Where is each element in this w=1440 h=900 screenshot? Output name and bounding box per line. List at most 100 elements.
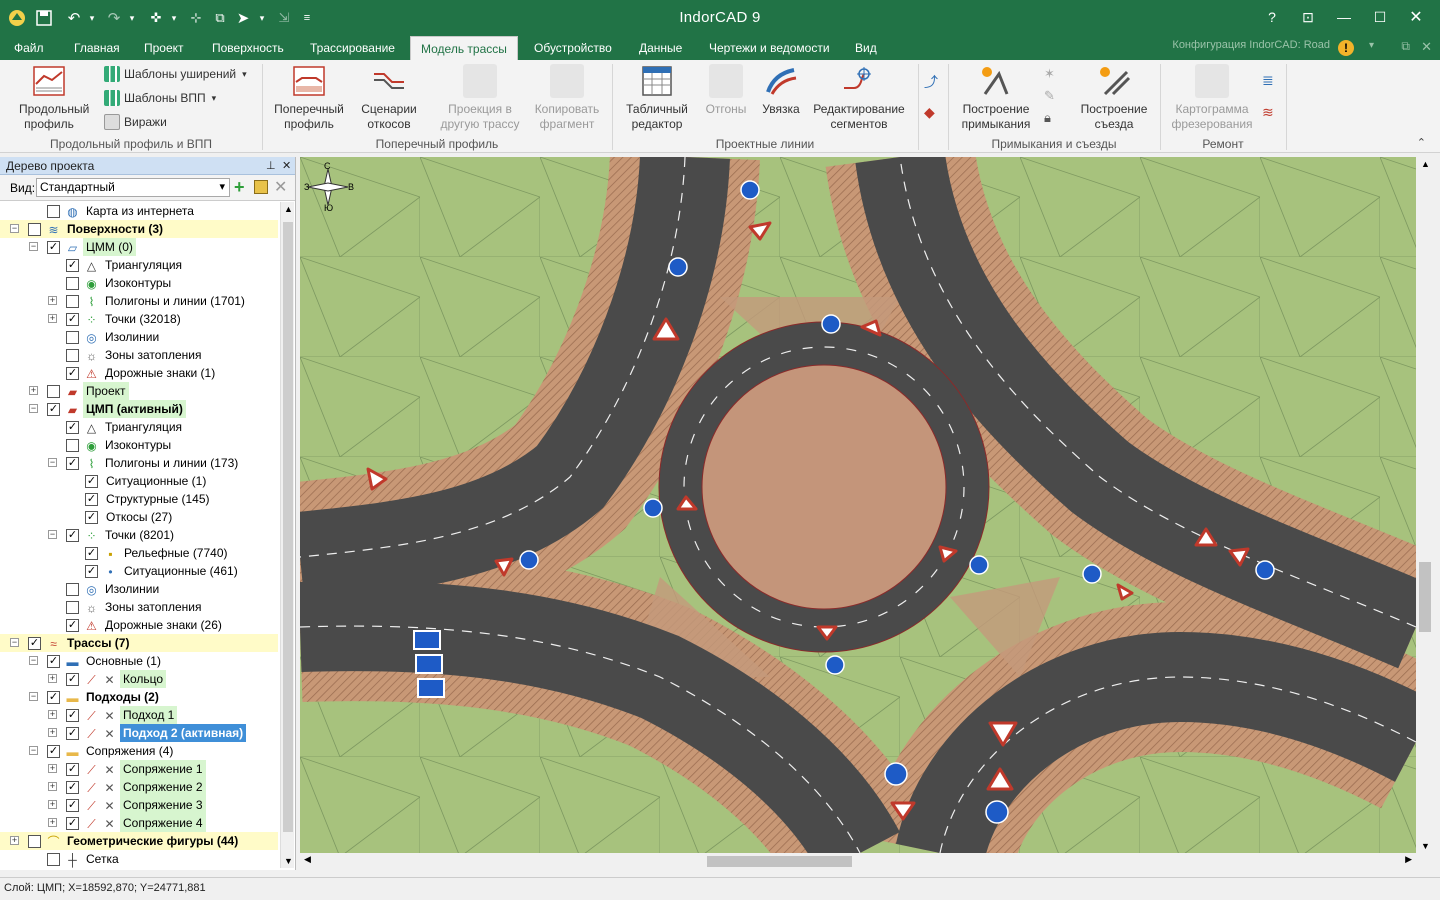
tree-row[interactable]: − ✓ ⁘ Точки (8201) bbox=[0, 526, 278, 544]
panel-close-icon[interactable]: ✕ bbox=[282, 157, 291, 175]
tab-tracing[interactable]: Трассирование bbox=[300, 36, 405, 60]
tree-checkbox[interactable]: ✓ bbox=[66, 259, 79, 272]
expand-icon[interactable]: + bbox=[48, 710, 57, 719]
config-label[interactable]: Конфигурация IndorCAD: Road bbox=[1172, 39, 1330, 51]
tree-row[interactable]: − ✓ ▱ ЦММ (0) bbox=[0, 238, 278, 256]
collapse-icon[interactable]: − bbox=[29, 242, 38, 251]
collapse-icon[interactable]: − bbox=[10, 224, 19, 233]
tree-row[interactable]: ✓ Ситуационные (1) bbox=[0, 472, 278, 490]
tree-checkbox[interactable]: ✓ bbox=[66, 313, 79, 326]
tab-route-model[interactable]: Модель трассы bbox=[410, 36, 518, 60]
tree-row[interactable]: + ✓ ⟋ ✕ Сопряжение 3 bbox=[0, 796, 278, 814]
restore-doc-icon[interactable]: ⧉ bbox=[1401, 39, 1410, 54]
tree-checkbox[interactable] bbox=[66, 295, 79, 308]
build-junction-button[interactable]: Построение примыкания bbox=[956, 64, 1036, 132]
expand-icon[interactable]: + bbox=[48, 818, 57, 827]
tab-data[interactable]: Данные bbox=[629, 36, 692, 60]
collapse-ribbon-icon[interactable]: ⌃ bbox=[1417, 136, 1426, 149]
tree-checkbox[interactable]: ✓ bbox=[47, 241, 60, 254]
tree-row[interactable]: ✓ Структурные (145) bbox=[0, 490, 278, 508]
tree-checkbox[interactable]: ✓ bbox=[66, 727, 79, 740]
edit-segments-button[interactable]: Редактирование сегментов bbox=[810, 64, 908, 132]
tree-checkbox[interactable]: ✓ bbox=[66, 817, 79, 830]
scroll-up-icon[interactable]: ▲ bbox=[284, 204, 293, 214]
tree-checkbox[interactable]: ✓ bbox=[85, 547, 98, 560]
map-vscroll-thumb[interactable] bbox=[1419, 562, 1431, 632]
tree-checkbox[interactable] bbox=[66, 439, 79, 452]
tree-checkbox[interactable]: ✓ bbox=[66, 763, 79, 776]
tab-home[interactable]: Главная bbox=[64, 36, 130, 60]
sign-icon[interactable]: ◆ bbox=[924, 104, 942, 122]
expand-icon[interactable]: + bbox=[10, 836, 19, 845]
table-editor-button[interactable]: Табличный редактор bbox=[620, 64, 694, 132]
map-canvas[interactable]: С Ю З В bbox=[300, 157, 1416, 853]
tree-row[interactable]: ◉ Изоконтуры bbox=[0, 274, 278, 292]
tree-row[interactable]: − ✓ ≈ Трассы (7) bbox=[0, 634, 278, 652]
tree-checkbox[interactable] bbox=[66, 349, 79, 362]
slope-scenarios-button[interactable]: Сценарии откосов bbox=[354, 64, 424, 132]
close-doc-icon[interactable]: ✕ bbox=[1421, 39, 1432, 55]
tree-checkbox[interactable]: ✓ bbox=[85, 565, 98, 578]
uvyazka-button[interactable]: Увязка bbox=[758, 64, 804, 117]
collapse-icon[interactable]: − bbox=[29, 656, 38, 665]
collapse-icon[interactable]: − bbox=[29, 692, 38, 701]
tree-scrollbar[interactable]: ▲ ▼ bbox=[280, 202, 294, 868]
map-scroll-down-icon[interactable]: ▼ bbox=[1421, 841, 1430, 851]
tree-row[interactable]: + ⌒ Геометрические фигуры (44) bbox=[0, 832, 278, 850]
tree-row[interactable]: ✓ ⚠ Дорожные знаки (26) bbox=[0, 616, 278, 634]
view-select[interactable]: Стандартный bbox=[36, 178, 230, 197]
tree-row[interactable]: − ✓ ⌇ Полигоны и линии (173) bbox=[0, 454, 278, 472]
maximize-icon[interactable]: ☐ bbox=[1362, 0, 1398, 34]
tab-drawings[interactable]: Чертежи и ведомости bbox=[699, 36, 840, 60]
collapse-icon[interactable]: − bbox=[48, 458, 57, 467]
tree-row[interactable]: − ✓ ▬ Основные (1) bbox=[0, 652, 278, 670]
tab-surface[interactable]: Поверхность bbox=[202, 36, 294, 60]
tree-checkbox[interactable]: ✓ bbox=[66, 367, 79, 380]
collapse-icon[interactable]: − bbox=[10, 638, 19, 647]
tree-row[interactable]: + ✓ ⟋ ✕ Подход 2 (активная) bbox=[0, 724, 278, 742]
add-view-icon[interactable]: + bbox=[234, 177, 245, 198]
otgony-button[interactable]: Отгоны bbox=[700, 64, 752, 117]
long-profile-button[interactable]: Продольный профиль bbox=[8, 64, 90, 132]
tab-arrangement[interactable]: Обустройство bbox=[524, 36, 622, 60]
tree-checkbox[interactable]: ✓ bbox=[66, 457, 79, 470]
tree-row[interactable]: + ▰ Проект bbox=[0, 382, 278, 400]
tree-checkbox[interactable]: ✓ bbox=[66, 799, 79, 812]
tree-checkbox[interactable]: ✓ bbox=[28, 637, 41, 650]
tree-checkbox[interactable]: ✓ bbox=[66, 421, 79, 434]
tree-row[interactable]: + ✓ ⟋ ✕ Сопряжение 2 bbox=[0, 778, 278, 796]
collapse-icon[interactable]: − bbox=[29, 404, 38, 413]
tree-checkbox[interactable]: ✓ bbox=[66, 709, 79, 722]
milling-map-button[interactable]: Картограмма фрезерования bbox=[1166, 64, 1258, 132]
collapse-icon[interactable]: − bbox=[48, 530, 57, 539]
templates-vpp-button[interactable]: Шаблоны ВПП ▾ bbox=[104, 88, 216, 108]
profile-line-icon[interactable]: ⤴ bbox=[924, 72, 942, 90]
tree-row[interactable]: ◎ Изолинии bbox=[0, 580, 278, 598]
ribbon-display-icon[interactable]: ⊡ bbox=[1290, 0, 1326, 34]
map-scroll-left-icon[interactable]: ◀ bbox=[304, 854, 311, 865]
tree-row[interactable]: ✓ ⚠ Дорожные знаки (1) bbox=[0, 364, 278, 382]
tree-row[interactable]: ✓ ▪ Рельефные (7740) bbox=[0, 544, 278, 562]
map-hscroll-thumb[interactable] bbox=[707, 856, 852, 867]
tree-checkbox[interactable]: ✓ bbox=[66, 673, 79, 686]
templates-wide-button[interactable]: Шаблоны уширений ▾ bbox=[104, 64, 247, 84]
tab-view[interactable]: Вид bbox=[845, 36, 887, 60]
tree-row[interactable]: ◎ Изолинии bbox=[0, 328, 278, 346]
tree-checkbox[interactable]: ✓ bbox=[47, 403, 60, 416]
tree-row[interactable]: + ✓ ⟋ ✕ Сопряжение 1 bbox=[0, 760, 278, 778]
tree-row[interactable]: ◍ Карта из интернета bbox=[0, 202, 278, 220]
viraji-button[interactable]: Виражи bbox=[104, 112, 167, 132]
map-scroll-right-icon[interactable]: ▶ bbox=[1405, 854, 1412, 865]
expand-icon[interactable]: + bbox=[48, 800, 57, 809]
tree-checkbox[interactable] bbox=[66, 601, 79, 614]
tree-checkbox[interactable] bbox=[28, 223, 41, 236]
delete-view-icon[interactable]: ✕ bbox=[274, 177, 287, 197]
expand-icon[interactable]: + bbox=[48, 728, 57, 737]
expand-icon[interactable]: + bbox=[48, 296, 57, 305]
tree-checkbox[interactable]: ✓ bbox=[66, 619, 79, 632]
tree-checkbox[interactable]: ✓ bbox=[85, 475, 98, 488]
tree-checkbox[interactable] bbox=[28, 835, 41, 848]
junction-tool-2-icon[interactable]: ✎ bbox=[1044, 88, 1055, 104]
tree-checkbox[interactable]: ✓ bbox=[85, 493, 98, 506]
map-hscroll[interactable]: ◀ ▶ bbox=[300, 853, 1416, 869]
